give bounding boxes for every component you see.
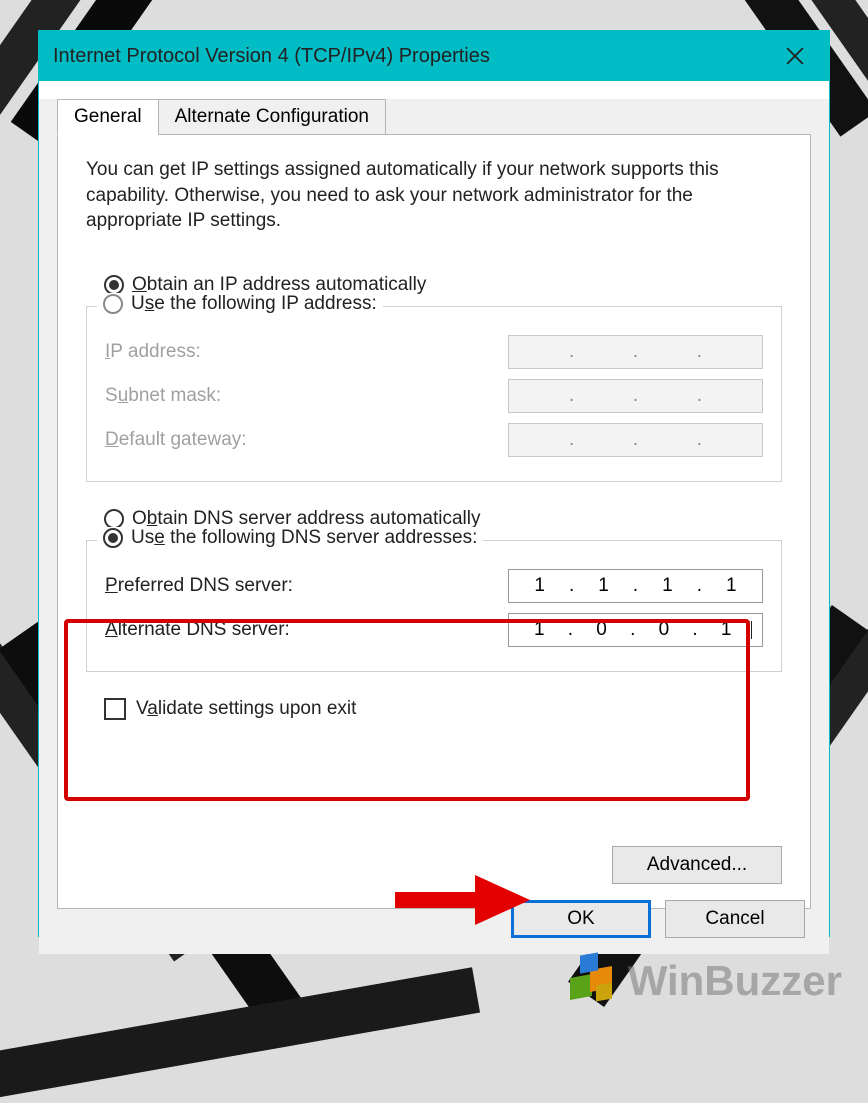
tab-panel-general: You can get IP settings assigned automat… <box>57 134 811 909</box>
watermark: WinBuzzer <box>566 954 842 1008</box>
tabstrip: General Alternate Configuration <box>57 99 811 135</box>
ipv4-properties-dialog: Internet Protocol Version 4 (TCP/IPv4) P… <box>38 30 830 937</box>
checkbox-icon <box>104 698 126 720</box>
validate-settings-checkbox[interactable]: Validate settings upon exit <box>104 698 782 720</box>
watermark-logo-icon <box>566 954 620 1008</box>
radio-label: Use the following IP address: <box>131 293 377 315</box>
default-gateway-label: Default gateway: <box>105 429 247 451</box>
tab-alternate-configuration[interactable]: Alternate Configuration <box>158 99 386 135</box>
default-gateway-input: . . . <box>508 423 763 457</box>
subnet-mask-label: Subnet mask: <box>105 385 221 407</box>
radio-icon <box>104 509 124 529</box>
cancel-button[interactable]: Cancel <box>665 900 805 938</box>
dialog-button-row: OK Cancel <box>511 900 805 938</box>
radio-label: Use the following DNS server addresses: <box>131 527 477 549</box>
window-title: Internet Protocol Version 4 (TCP/IPv4) P… <box>53 45 490 68</box>
ip-settings-group: Use the following IP address: IP address… <box>86 306 782 482</box>
subnet-mask-input: . . . <box>508 379 763 413</box>
close-icon <box>786 47 804 65</box>
alternate-dns-input[interactable]: 1. 0. 0. 1 <box>508 613 763 647</box>
button-label: Cancel <box>705 908 764 930</box>
titlebar: Internet Protocol Version 4 (TCP/IPv4) P… <box>39 31 829 81</box>
alternate-dns-label: Alternate DNS server: <box>105 619 290 641</box>
preferred-dns-label: Preferred DNS server: <box>105 575 293 597</box>
dialog-client-area: General Alternate Configuration You can … <box>39 99 829 954</box>
intro-text: You can get IP settings assigned automat… <box>86 157 782 234</box>
radio-icon <box>104 275 124 295</box>
radio-use-following-ip[interactable] <box>103 294 123 314</box>
dns-settings-group: Use the following DNS server addresses: … <box>86 540 782 672</box>
ok-button[interactable]: OK <box>511 900 651 938</box>
checkbox-label: Validate settings upon exit <box>136 698 356 720</box>
button-label: Advanced... <box>647 854 747 876</box>
button-label: OK <box>567 908 594 930</box>
preferred-dns-input[interactable]: 1. 1. 1. 1 <box>508 569 763 603</box>
radio-use-following-dns[interactable] <box>103 528 123 548</box>
advanced-button[interactable]: Advanced... <box>612 846 782 884</box>
ip-address-input: . . . <box>508 335 763 369</box>
tab-general[interactable]: General <box>57 99 159 135</box>
close-button[interactable] <box>775 36 815 76</box>
ip-address-label: IP address: <box>105 341 201 363</box>
watermark-text: WinBuzzer <box>628 957 842 1005</box>
